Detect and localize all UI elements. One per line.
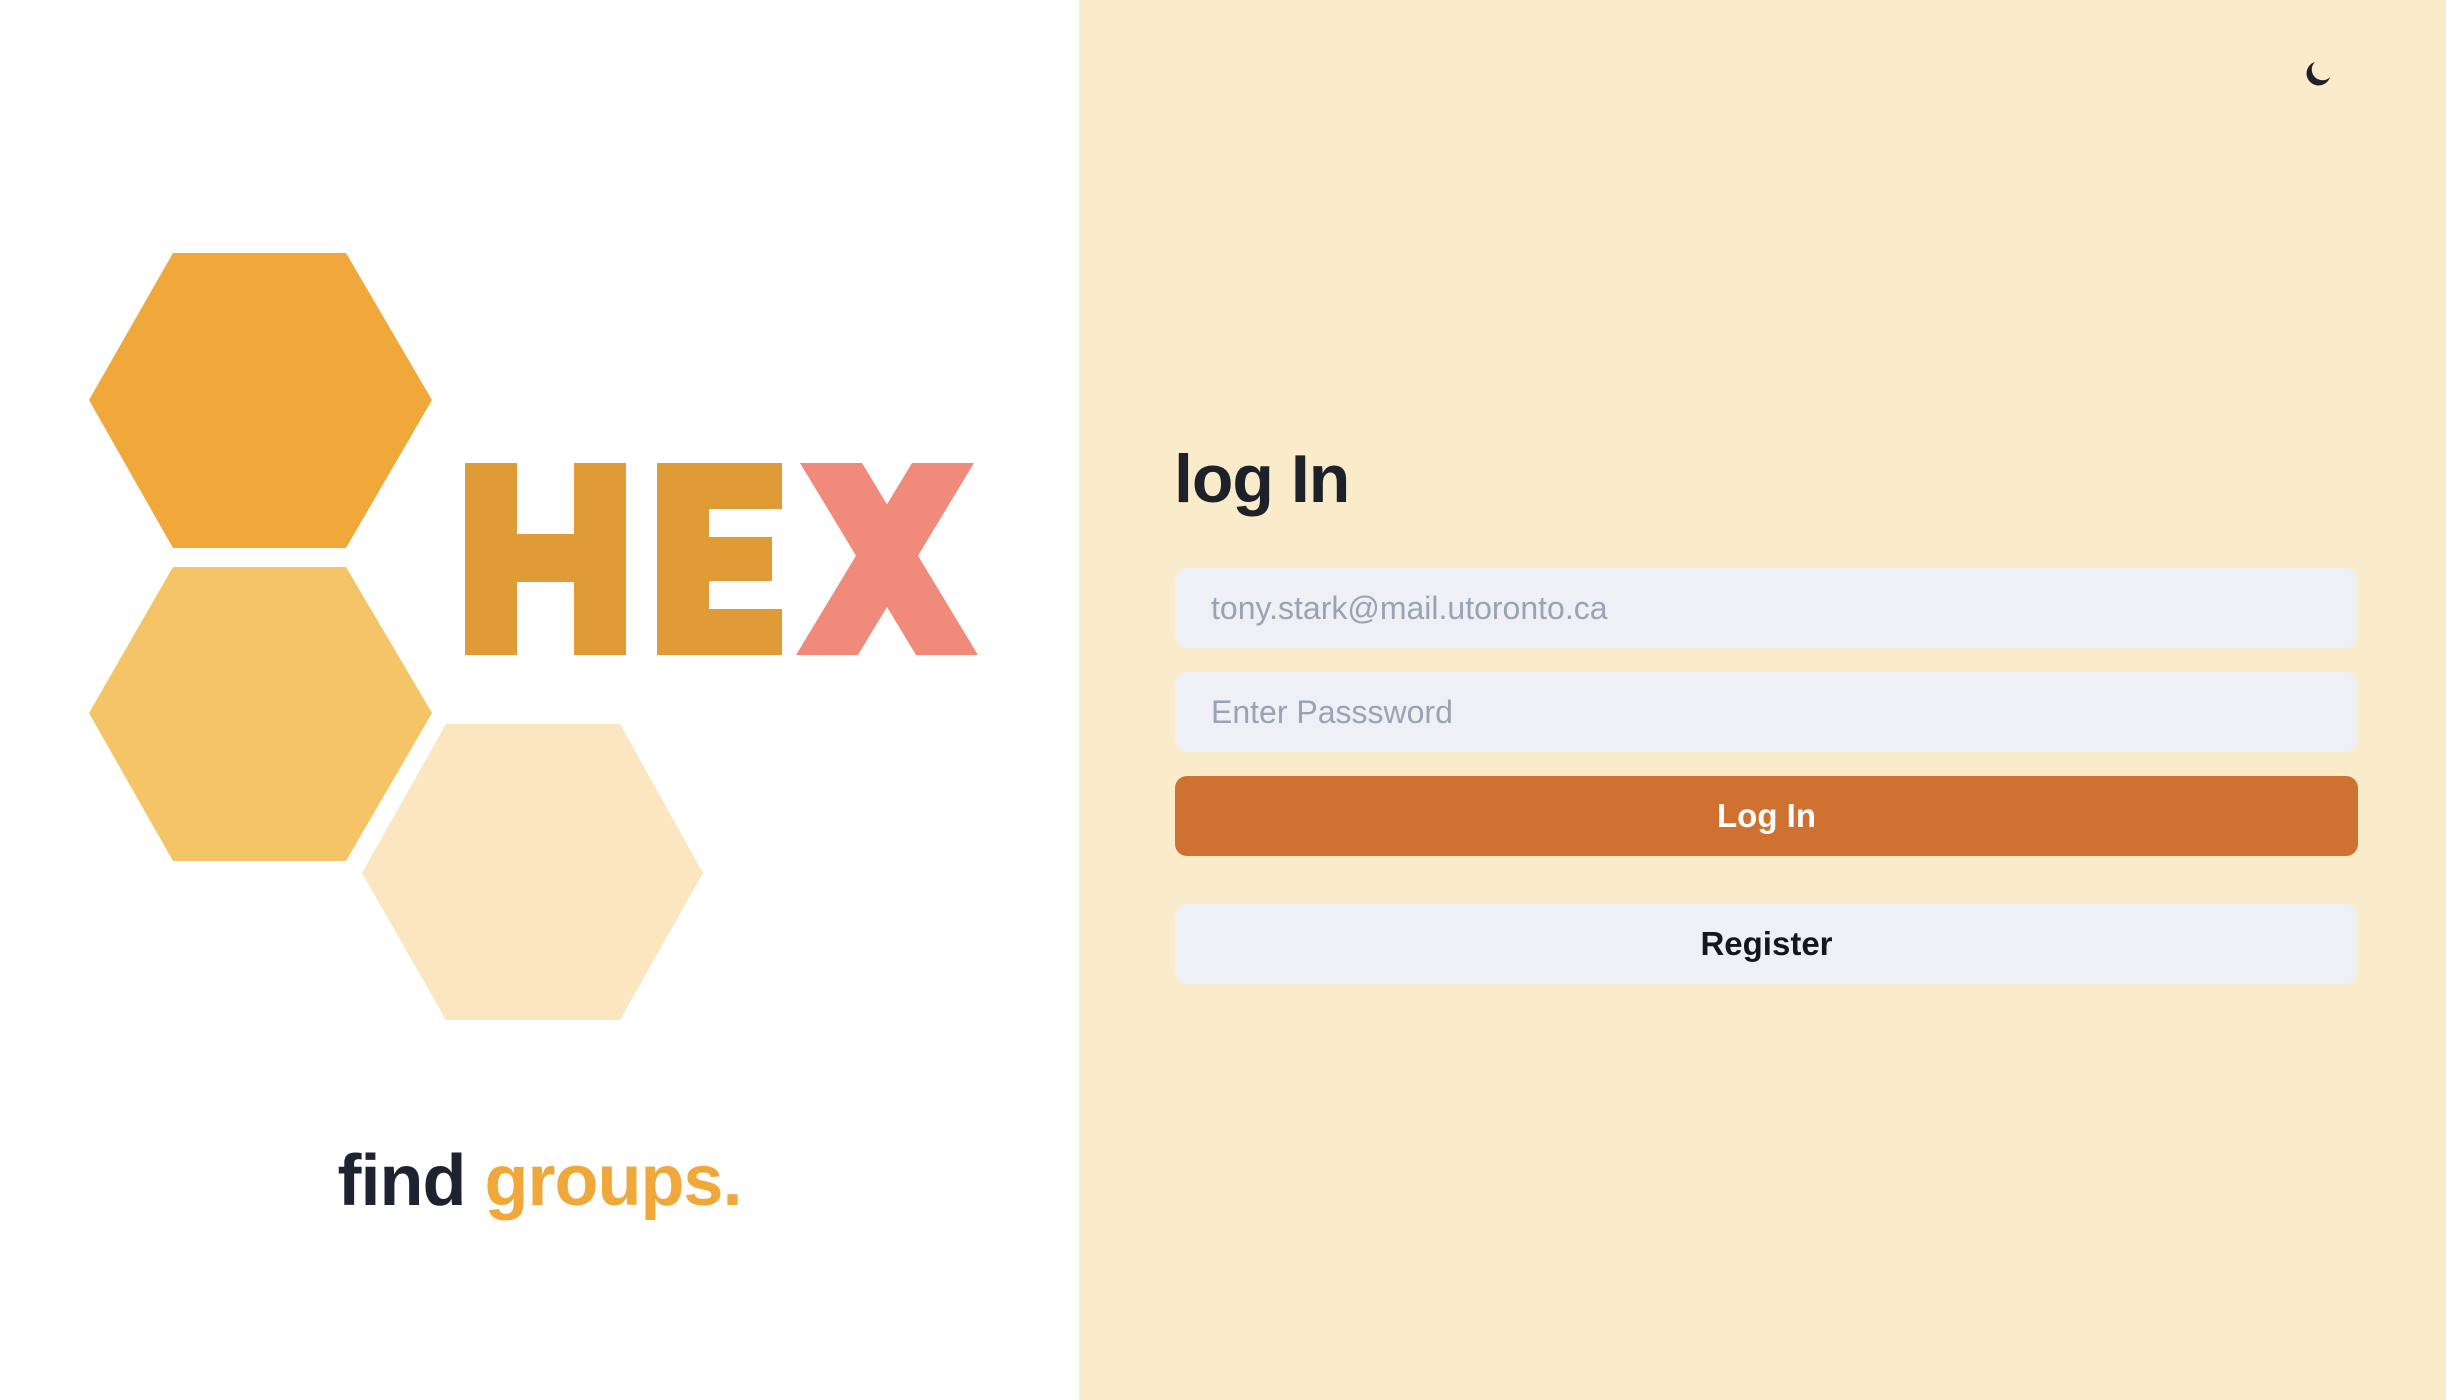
tagline-find: find xyxy=(337,1141,467,1221)
hexagon-bottom xyxy=(362,724,703,1020)
brand-panel: find groups. xyxy=(0,0,1079,1400)
hex-logo xyxy=(89,253,978,1020)
hexagon-top xyxy=(89,253,432,548)
login-button[interactable]: Log In xyxy=(1175,776,2358,856)
logo-letter-x xyxy=(796,463,978,655)
login-page: find groups. log In Log In Register xyxy=(0,0,2446,1400)
tagline: find groups. xyxy=(0,1140,1079,1222)
page-title: log In xyxy=(1174,441,1350,517)
theme-toggle-button[interactable] xyxy=(2294,50,2342,98)
tagline-groups: groups. xyxy=(484,1141,742,1221)
logo-letter-e xyxy=(657,463,782,655)
register-button[interactable]: Register xyxy=(1175,904,2358,984)
hexagon-middle xyxy=(89,567,432,861)
logo-letter-h xyxy=(465,463,626,655)
password-input[interactable] xyxy=(1175,672,2358,752)
email-input[interactable] xyxy=(1175,568,2358,648)
moon-icon xyxy=(2306,61,2331,86)
